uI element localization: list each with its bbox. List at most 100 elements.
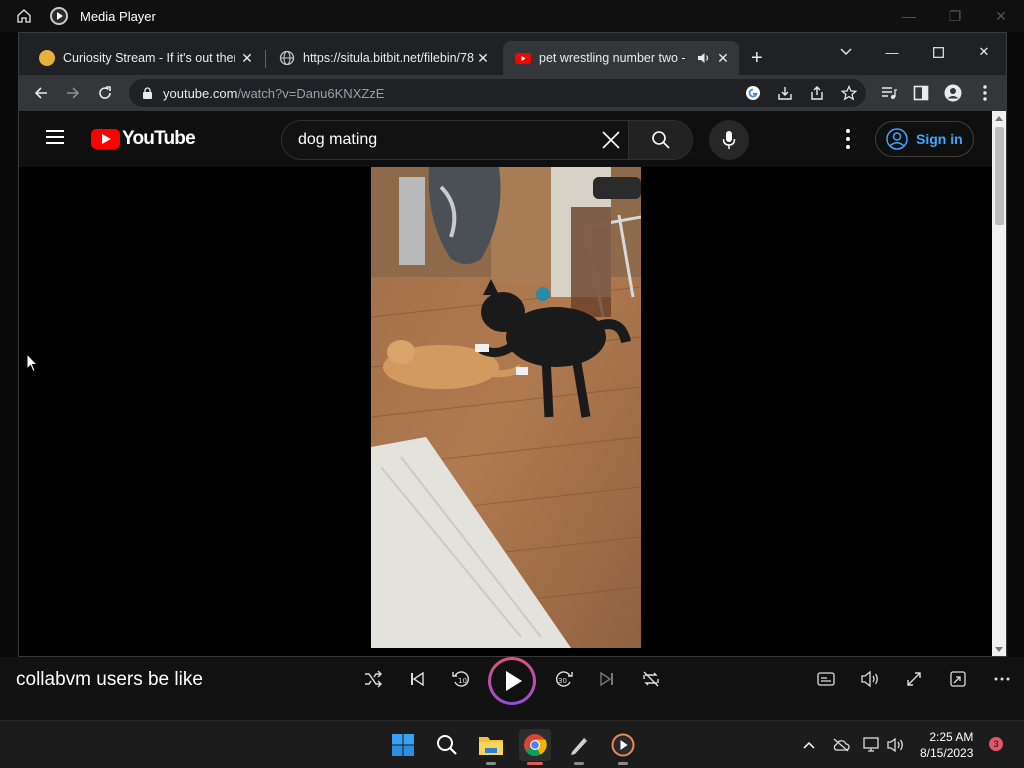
new-tab-button[interactable]: +	[751, 47, 763, 70]
folder-icon	[479, 737, 503, 755]
show-hidden-icons-button[interactable]	[799, 735, 819, 755]
onedrive-tray-button[interactable]	[831, 735, 851, 755]
reload-button[interactable]	[95, 83, 115, 103]
clock-time: 2:25 AM	[929, 730, 974, 744]
search-box	[281, 120, 693, 160]
forward-button[interactable]	[63, 83, 83, 103]
volume-icon	[861, 670, 878, 688]
tab-search-button[interactable]	[823, 39, 869, 65]
forward-30-button[interactable]: 30	[552, 667, 576, 691]
sign-in-label: Sign in	[916, 131, 963, 147]
tab-title: Curiosity Stream - If it's out there	[63, 51, 235, 65]
restore-icon: ❐	[948, 7, 962, 24]
tab-filebin[interactable]: https://situla.bitbit.net/filebin/78 ✕	[267, 41, 499, 75]
close-button[interactable]: ✕	[978, 0, 1024, 32]
play-button[interactable]	[488, 657, 536, 705]
url-path: /watch?v=Danu6KNXZzE	[237, 85, 385, 101]
network-tray-button[interactable]	[862, 735, 882, 755]
shuffle-button[interactable]	[361, 667, 385, 691]
rewind-10-button[interactable]: 10	[449, 667, 473, 691]
clear-search-icon[interactable]	[600, 129, 622, 151]
tab-pet-wrestling[interactable]: pet wrestling number two - ✕	[503, 41, 739, 75]
search-taskbar-button[interactable]	[431, 729, 463, 761]
fullscreen-button[interactable]	[902, 667, 926, 691]
kebab-menu-icon	[983, 85, 987, 101]
search-input[interactable]	[298, 131, 588, 149]
clock-date: 8/15/2023	[920, 746, 974, 760]
browser-minimize-button[interactable]: —	[869, 39, 915, 65]
chrome-taskbar-button[interactable]	[519, 729, 551, 765]
voice-search-button[interactable]	[709, 120, 749, 160]
tab-curiosity-stream[interactable]: Curiosity Stream - If it's out there ✕	[27, 41, 263, 75]
more-options-button[interactable]	[990, 667, 1014, 691]
next-icon	[600, 671, 613, 687]
subtitles-button[interactable]	[814, 667, 838, 691]
start-button[interactable]	[387, 729, 419, 761]
subtitles-icon	[817, 672, 835, 686]
youtube-logo[interactable]: YouTube	[91, 128, 196, 150]
browser-menu-button[interactable]	[975, 83, 995, 103]
notification-badge[interactable]: 3	[989, 737, 1003, 751]
minimize-button[interactable]: —	[886, 0, 932, 32]
browser-maximize-button[interactable]	[915, 39, 961, 65]
account-circle-icon	[886, 128, 908, 150]
tab-close-icon[interactable]: ✕	[715, 50, 731, 67]
side-panel-button[interactable]	[911, 83, 931, 103]
speaker-icon	[887, 737, 903, 753]
track-title: collabvm users be like	[16, 669, 203, 690]
install-icon[interactable]	[777, 85, 793, 101]
repeat-off-icon	[643, 671, 659, 687]
media-player-taskbar-button[interactable]	[607, 729, 639, 765]
svg-text:10: 10	[458, 677, 467, 685]
clock[interactable]: 2:25 AM 8/15/2023	[920, 729, 973, 761]
tab-close-icon[interactable]: ✕	[475, 50, 491, 67]
svg-text:30: 30	[558, 677, 567, 685]
windows-logo-icon	[392, 734, 414, 756]
volume-tray-button[interactable]	[886, 735, 906, 755]
home-icon	[17, 9, 31, 23]
scroll-down-icon[interactable]	[995, 647, 1003, 652]
restore-button[interactable]: ❐	[932, 0, 978, 32]
pen-app-button[interactable]	[563, 729, 595, 765]
scrollbar-thumb[interactable]	[995, 127, 1004, 225]
profile-button[interactable]	[943, 83, 963, 103]
lock-icon[interactable]	[141, 87, 153, 99]
pen-icon	[571, 737, 588, 755]
tab-title: pet wrestling number two -	[539, 51, 686, 65]
browser-close-button[interactable]: ✕	[961, 39, 1007, 65]
tab-close-icon[interactable]: ✕	[239, 50, 255, 67]
youtube-icon	[515, 53, 531, 64]
mini-player-button[interactable]	[946, 667, 970, 691]
url-host: youtube.com	[163, 85, 238, 101]
minimize-icon: —	[885, 44, 899, 60]
active-indicator	[527, 762, 543, 765]
back-button[interactable]	[31, 83, 51, 103]
home-button[interactable]	[0, 0, 48, 32]
forward-30-icon: 30	[555, 671, 573, 687]
speaker-icon[interactable]	[697, 51, 711, 65]
file-explorer-button[interactable]	[475, 729, 507, 765]
bookmark-star-icon[interactable]	[841, 85, 857, 101]
address-bar[interactable]: youtube.com/watch?v=Danu6KNXZzE	[129, 79, 866, 107]
hamburger-menu-icon[interactable]	[46, 130, 64, 144]
video-player[interactable]	[19, 167, 992, 656]
back-arrow-icon	[34, 87, 47, 99]
volume-button[interactable]	[858, 667, 882, 691]
google-lens-icon[interactable]	[745, 85, 761, 101]
scroll-up-icon[interactable]	[995, 116, 1003, 121]
previous-button[interactable]	[405, 667, 429, 691]
sign-in-button[interactable]: Sign in	[875, 121, 974, 157]
repeat-button[interactable]	[639, 667, 663, 691]
share-icon[interactable]	[809, 85, 825, 101]
taskbar: 2:25 AM 8/15/2023 3	[0, 720, 1024, 768]
video-content	[371, 167, 641, 648]
video-frame[interactable]	[371, 167, 641, 648]
page-scrollbar[interactable]	[992, 111, 1006, 656]
bulb-icon	[39, 50, 55, 66]
search-button[interactable]	[628, 121, 692, 159]
media-control-button[interactable]	[879, 83, 899, 103]
settings-kebab-icon[interactable]	[845, 129, 851, 149]
search-icon	[651, 131, 670, 149]
next-button[interactable]	[595, 667, 619, 691]
playlist-icon	[882, 87, 897, 99]
